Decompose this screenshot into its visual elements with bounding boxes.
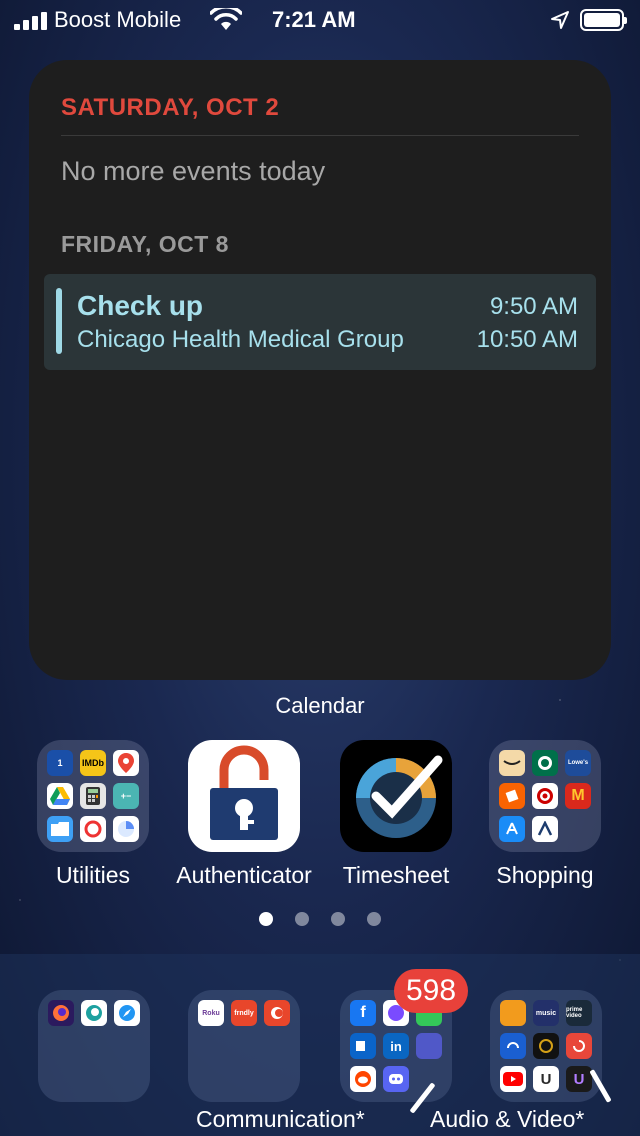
home-depot-icon [499,783,525,809]
linkedin-icon: in [383,1033,409,1059]
event-color-bar [56,288,62,354]
discord-icon [383,1066,409,1092]
status-bar: Boost Mobile 7:21 AM [0,0,640,40]
app-store-icon [499,816,525,842]
mcdonalds-icon: M [565,783,591,809]
app-label: Timesheet [342,862,450,888]
widget-label: Calendar [275,693,365,718]
overcast-icon [533,1033,559,1059]
audible-icon [500,1000,526,1026]
plex-u-icon: U [566,1066,592,1092]
screen-time-icon [113,816,139,842]
timesheet-icon [340,740,452,852]
wifi-icon [210,8,242,30]
page-dot[interactable] [367,912,381,926]
today-date-header: SATURDAY, OCT 2 [61,94,280,121]
outlook-icon [350,1033,376,1059]
app-label: Authenticator [176,862,312,888]
authenticator-app[interactable]: Authenticator [169,740,319,889]
page-dot[interactable] [295,912,309,926]
battery-icon [580,9,627,31]
browsers-folder[interactable] [38,990,150,1102]
event-location: Chicago Health Medical Group [77,326,404,353]
google-drive-icon [47,783,73,809]
lowes-icon: Lowe's [565,750,591,776]
notification-badge: 598 [394,969,469,1013]
arc-icon [532,816,558,842]
utilities-folder[interactable]: 1 IMDb +− Utilities [18,740,168,889]
tv-folder[interactable]: Roku frndly [188,990,300,1102]
amazon-music-icon: music [533,1000,559,1026]
page-dot[interactable] [259,912,273,926]
imdb-icon: IMDb [80,750,106,776]
files-icon [47,816,73,842]
target-icon [532,783,558,809]
location-arrow-icon [551,11,569,29]
pocket-casts-icon [566,1033,592,1059]
cbs-icon [264,1000,290,1026]
folder-tile: 1 IMDb +− [37,740,149,852]
amazon-icon [499,750,525,776]
carrier-name: Boost Mobile [54,7,182,32]
shopping-folder[interactable]: Lowe's M Shopping [470,740,620,889]
google-maps-icon [113,750,139,776]
event-start-time: 9:50 AM [489,293,578,320]
alarm-clock-icon [80,816,106,842]
reddit-icon [350,1066,376,1092]
dock-folder-label: Communication* [196,1106,365,1132]
calculator-plus-icon: +− [113,783,139,809]
no-events-text: No more events today [61,156,326,186]
page-indicator[interactable] [0,912,640,926]
status-time: 7:21 AM [272,7,356,32]
app-label: Utilities [55,862,131,888]
timesheet-app[interactable]: Timesheet [321,740,471,889]
dock-folder-label: Audio & Video* [430,1106,585,1132]
facebook-icon: f [350,1000,376,1026]
teams-icon [416,1033,442,1059]
page-dot[interactable] [331,912,345,926]
event-end-time: 10:50 AM [476,326,578,353]
firefox-icon [48,1000,74,1026]
event-title: Check up [77,290,204,321]
frndly-tv-icon: frndly [231,1000,257,1026]
starbucks-icon [532,750,558,776]
bitwarden-icon: 1 [47,750,73,776]
folder-tile: Lowe's M [489,740,601,852]
podcast-headphones-icon [500,1033,526,1059]
authenticator-icon [188,740,300,852]
calendar-widget[interactable]: SATURDAY, OCT 2 No more events today FRI… [29,60,611,680]
app-label: Shopping [496,862,594,888]
roku-icon: Roku [198,1000,224,1026]
prime-video-icon: prime video [566,1000,592,1026]
edge-icon [81,1000,107,1026]
audio-video-folder[interactable]: music prime video U U [490,990,602,1102]
divider [61,135,579,136]
calendar-event[interactable]: Check up Chicago Health Medical Group 9:… [44,274,596,370]
ultra-icon: U [533,1066,559,1092]
signal-strength-icon [14,12,48,30]
calculator-icon [80,783,106,809]
youtube-icon [500,1066,526,1092]
safari-icon [114,1000,140,1026]
next-date-header: FRIDAY, OCT 8 [61,231,229,257]
